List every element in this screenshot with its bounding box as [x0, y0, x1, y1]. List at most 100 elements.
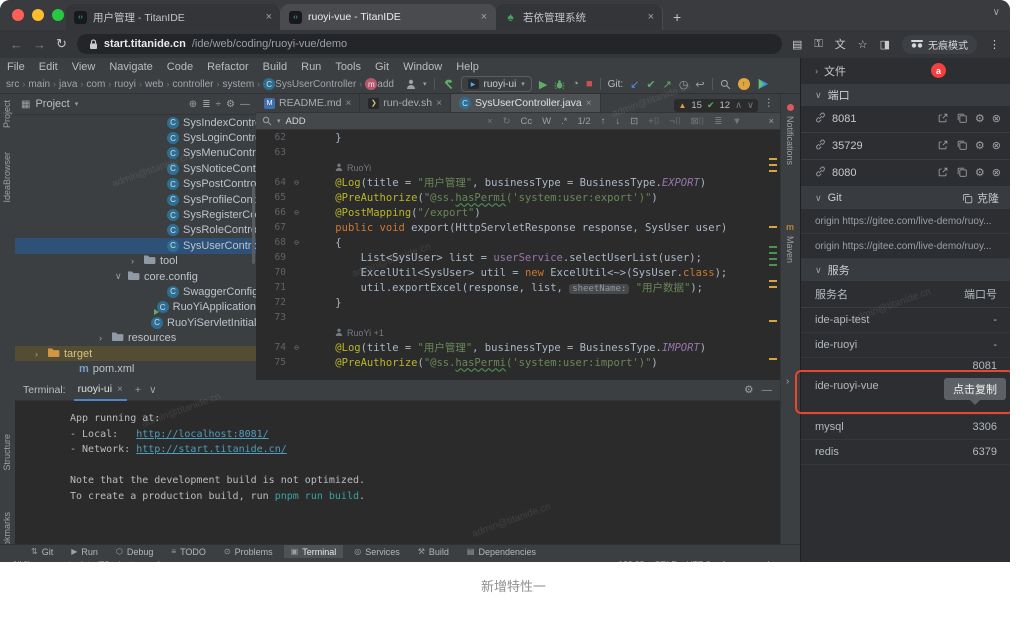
back-icon[interactable]: ←: [10, 37, 23, 52]
breadcrumb-item[interactable]: controller: [170, 79, 215, 90]
breadcrumb-item[interactable]: system: [220, 79, 256, 90]
close-circle-icon[interactable]: ⊗: [992, 168, 1001, 179]
toolwindow-button-debug[interactable]: ⬡Debug: [109, 545, 161, 558]
toolwindow-browser-button[interactable]: IdeaBrowser: [2, 152, 12, 203]
editor-tab[interactable]: ❯run-dev.sh×: [360, 94, 451, 112]
toolwindow-button-services[interactable]: ◎Services: [347, 545, 407, 558]
menu-item-run[interactable]: Run: [294, 61, 328, 73]
menu-item-navigate[interactable]: Navigate: [102, 61, 159, 73]
terminal-link[interactable]: http://start.titanide.cn/: [136, 444, 287, 455]
inspections-widget[interactable]: ▲15 ✔12 ∧∨: [674, 99, 758, 112]
service-row[interactable]: ide-api-test-: [801, 308, 1010, 333]
next-match-icon[interactable]: ↓: [615, 116, 620, 127]
menu-item-view[interactable]: View: [65, 61, 103, 73]
settings-gear-icon[interactable]: ⚙: [975, 141, 985, 152]
translate-icon[interactable]: 文: [835, 36, 846, 52]
tree-item-resources[interactable]: ›resources: [15, 330, 256, 345]
editor-tab-close-icon[interactable]: ×: [586, 98, 592, 109]
tree-item-sysprofilecontroller[interactable]: CSysProfileController: [15, 192, 256, 207]
clipboard-extension-icon[interactable]: ▤: [792, 38, 802, 51]
macos-minimize-button[interactable]: [32, 9, 44, 21]
breadcrumb-item[interactable]: ruoyi: [112, 79, 138, 90]
rollback-icon[interactable]: ↩: [695, 78, 704, 91]
git-update-icon[interactable]: ↙: [630, 78, 639, 91]
tab-close-icon[interactable]: ×: [648, 11, 654, 23]
menu-item-build[interactable]: Build: [256, 61, 294, 73]
panel-expander-icon[interactable]: ›: [786, 376, 789, 387]
user-icon[interactable]: [406, 79, 416, 89]
terminal-output[interactable]: App running at:- Local: http://localhost…: [15, 401, 780, 504]
section-services[interactable]: ∨ 服务: [801, 259, 1010, 281]
breadcrumb-item[interactable]: main: [26, 79, 52, 90]
clone-button[interactable]: 克隆: [962, 190, 999, 206]
forward-icon[interactable]: →: [33, 37, 46, 52]
find-in-selection-icon[interactable]: ⊡: [630, 116, 638, 127]
history-icon[interactable]: ◷: [679, 78, 689, 91]
browser-menu-icon[interactable]: ⋮: [989, 38, 1000, 51]
breadcrumb-item[interactable]: CSysUserController: [261, 79, 358, 90]
toolwindow-button-problems[interactable]: ⊙Problems: [217, 545, 280, 558]
chevron-down-icon[interactable]: ∨: [115, 271, 123, 282]
tree-item-syspostcontroller[interactable]: CSysPostController: [15, 177, 256, 192]
tree-item-ruoyiapplication[interactable]: CRuoYiApplication: [15, 300, 256, 315]
menu-item-refactor[interactable]: Refactor: [200, 61, 256, 73]
toolwindow-structure-button[interactable]: Structure: [2, 434, 12, 471]
menu-item-tools[interactable]: Tools: [328, 61, 368, 73]
toolwindow-button-build[interactable]: ⚒Build: [411, 545, 456, 558]
settings-gear-icon[interactable]: ⚙: [975, 168, 985, 179]
terminal-settings-icon[interactable]: ⚙: [744, 384, 753, 396]
prev-match-icon[interactable]: ↑: [601, 116, 606, 127]
service-row[interactable]: ide-ruoyi-: [801, 333, 1010, 358]
tree-item-tool[interactable]: ›tool: [15, 254, 256, 269]
terminal-minimize-icon[interactable]: —: [762, 384, 773, 396]
code-editor[interactable]: 62 }63 RuoYi64⊖ @Log(title = "用户管理", bus…: [256, 130, 780, 380]
browser-tab[interactable]: ‹›用户管理 - TitanIDE×: [66, 4, 281, 30]
profiler-icon[interactable]: ◔: [572, 78, 579, 90]
breadcrumb-item[interactable]: web: [143, 79, 165, 90]
close-circle-icon[interactable]: ⊗: [992, 141, 1001, 152]
side-panel-icon[interactable]: ◨: [880, 38, 890, 51]
terminal-link[interactable]: http://localhost:8081/: [136, 429, 268, 440]
external-link-icon[interactable]: [937, 166, 949, 181]
new-terminal-icon[interactable]: +: [135, 384, 141, 396]
ide-update-icon[interactable]: ↑: [738, 78, 750, 90]
bookmark-star-icon[interactable]: ☆: [858, 38, 868, 51]
terminal-tab[interactable]: ruoyi-ui×: [74, 379, 127, 401]
tree-item-sysrolecontroller[interactable]: CSysRoleController: [15, 223, 256, 238]
line-ending[interactable]: CRLF: [654, 559, 676, 562]
toolwindow-button-todo[interactable]: ≡TODO: [164, 545, 213, 558]
git-branch[interactable]: demo: [765, 559, 786, 562]
chevron-right-icon[interactable]: ›: [99, 333, 107, 343]
regex-toggle[interactable]: .*: [561, 116, 567, 127]
tree-item-sysindexcontroller[interactable]: CSysIndexController: [15, 115, 256, 130]
toolwindow-button-run[interactable]: ▶Run: [64, 545, 105, 558]
tree-item-core.config[interactable]: ∨core.config: [15, 269, 256, 284]
editor-tab[interactable]: MREADME.md×: [256, 94, 360, 112]
external-link-icon[interactable]: [937, 139, 949, 154]
stop-icon[interactable]: ■: [586, 78, 593, 90]
section-ports[interactable]: ∨ 端口: [801, 84, 1010, 106]
exclude-occurrence-icon[interactable]: ¬⌷: [669, 116, 680, 127]
browser-tab[interactable]: ‹›ruoyi-vue - TitanIDE×: [281, 4, 496, 30]
address-bar[interactable]: start.titanide.cn/ide/web/coding/ruoyi-v…: [77, 34, 782, 54]
chevron-right-icon[interactable]: ›: [35, 349, 43, 359]
menu-item-edit[interactable]: Edit: [32, 61, 65, 73]
menu-item-window[interactable]: Window: [396, 61, 449, 73]
multiline-toggle-icon[interactable]: ≣: [714, 116, 722, 127]
tab-search-caret-icon[interactable]: ∨: [993, 7, 1000, 18]
terminal-tab-close-icon[interactable]: ×: [117, 384, 123, 395]
toolwindow-notifications-button[interactable]: Notifications: [785, 116, 795, 165]
menu-item-git[interactable]: Git: [368, 61, 396, 73]
git-commit-icon[interactable]: ✔: [646, 78, 655, 91]
tree-item-pom.xml[interactable]: mpom.xml: [15, 361, 256, 376]
filter-icon[interactable]: ▼: [732, 116, 741, 127]
macos-zoom-button[interactable]: [52, 9, 64, 21]
service-row-highlighted[interactable]: 8081ide-ruoyi-vue点击复制: [801, 358, 1010, 415]
editor-tab-options-icon[interactable]: ⋮: [764, 97, 781, 109]
code-vision-author[interactable]: RuoYi: [256, 160, 780, 175]
close-circle-icon[interactable]: ⊗: [992, 114, 1001, 125]
match-case-toggle[interactable]: Cc: [521, 116, 533, 127]
tree-item-sysmenucontroller[interactable]: CSysMenuController: [15, 146, 256, 161]
fold-marker-icon[interactable]: ⊖: [291, 343, 302, 352]
words-toggle[interactable]: W: [542, 116, 551, 127]
